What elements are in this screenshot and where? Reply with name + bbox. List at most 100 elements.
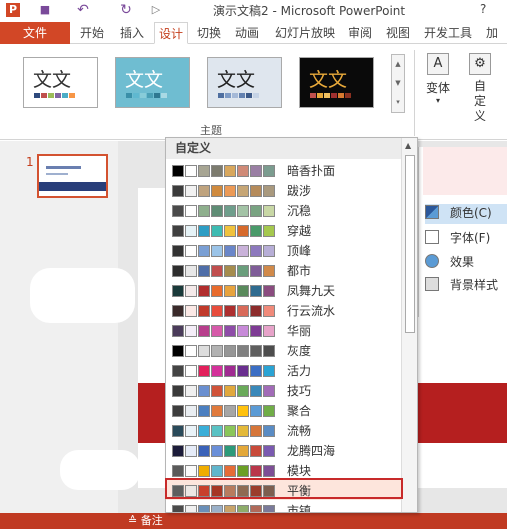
tab-home[interactable]: 开始 (76, 22, 108, 44)
scroll-up-icon[interactable]: ▲ (405, 141, 411, 150)
color-swatch (198, 305, 210, 317)
color-swatch (172, 505, 184, 512)
start-from-beginning-icon[interactable]: ▷ (149, 3, 163, 17)
color-scheme-item[interactable]: 技巧 (166, 380, 401, 400)
color-swatch (172, 445, 184, 457)
color-scheme-item[interactable]: 模块 (166, 460, 401, 480)
color-swatch (172, 405, 184, 417)
gallery-scroll-up-icon[interactable]: ▲ (392, 55, 404, 74)
color-swatch (211, 165, 223, 177)
tab-view[interactable]: 视图 (382, 22, 414, 44)
color-swatch (185, 345, 197, 357)
color-swatches (172, 205, 275, 217)
color-swatch (263, 385, 275, 397)
color-scheme-item[interactable]: 行云流水 (166, 300, 401, 320)
color-scheme-item[interactable]: 龙腾四海 (166, 440, 401, 460)
color-swatch (237, 425, 249, 437)
color-scheme-item[interactable]: 灰度 (166, 340, 401, 360)
color-swatch (211, 265, 223, 277)
color-scheme-item[interactable]: 活力 (166, 360, 401, 380)
color-swatch (237, 225, 249, 237)
color-swatches (172, 405, 275, 417)
color-swatch (263, 185, 275, 197)
help-button[interactable]: ? (480, 2, 486, 16)
redo-icon[interactable]: ↻ (119, 3, 133, 17)
color-swatch (263, 425, 275, 437)
tab-transitions[interactable]: 切换 (193, 22, 225, 44)
theme-thumbnail[interactable]: 文文 (207, 57, 282, 108)
theme-thumbnail[interactable]: 文文 (299, 57, 374, 108)
fonts-icon (425, 230, 439, 244)
tab-developer[interactable]: 开发工具 (420, 22, 476, 44)
color-scheme-name: 都市 (287, 264, 312, 278)
color-swatch (172, 245, 184, 257)
tab-addins[interactable]: 加 (482, 22, 502, 44)
color-swatches (172, 225, 275, 237)
tab-file[interactable]: 文件 (0, 22, 70, 44)
gallery-more-icon[interactable]: ▾ (392, 93, 404, 112)
color-swatch (263, 405, 275, 417)
undo-icon[interactable]: ↶ (76, 3, 90, 17)
tab-design[interactable]: 设计 (154, 22, 188, 44)
color-scheme-item[interactable]: 顶峰 (166, 240, 401, 260)
color-scheme-item[interactable]: 暗香扑面 (166, 160, 401, 180)
colors-menu-item[interactable]: 颜色(C) (425, 204, 507, 224)
color-swatch (237, 445, 249, 457)
color-scheme-item[interactable]: 沉稳 (166, 200, 401, 220)
color-scheme-name: 顶峰 (287, 244, 312, 258)
tab-insert[interactable]: 插入 (116, 22, 148, 44)
color-scheme-item[interactable]: 流畅 (166, 420, 401, 440)
effects-menu-item[interactable]: 效果 (425, 253, 507, 273)
fonts-menu-item[interactable]: 字体(F) (425, 229, 507, 249)
color-scheme-item[interactable]: 都市 (166, 260, 401, 280)
color-scheme-item[interactable]: 聚合 (166, 400, 401, 420)
color-scheme-item[interactable]: 华丽 (166, 320, 401, 340)
notes-button[interactable]: ≙ 备注 (128, 513, 163, 529)
tab-review[interactable]: 审阅 (344, 22, 376, 44)
variants-button[interactable]: A 变体 ▾ (420, 53, 456, 133)
customize-button[interactable]: ⚙ 自定义 (462, 53, 498, 133)
ribbon-design-panel: 文文 文文 文文 文文 ▲ ▼ ▾ 主题 A 变体 ▾ ⚙ 自定义 (0, 44, 507, 140)
color-swatch (224, 285, 236, 297)
background-styles-menu-item[interactable]: 背景样式 (425, 276, 507, 296)
color-swatch (237, 285, 249, 297)
color-swatch (224, 405, 236, 417)
themes-group-label: 主题 (200, 124, 222, 137)
color-scheme-item[interactable]: 穿越 (166, 220, 401, 240)
color-swatch (211, 405, 223, 417)
dropdown-scrollbar[interactable]: ▲ (401, 138, 417, 512)
color-scheme-item[interactable]: 跋涉 (166, 180, 401, 200)
color-swatch (237, 185, 249, 197)
color-swatch (224, 185, 236, 197)
color-swatch (237, 325, 249, 337)
gallery-scroll-down-icon[interactable]: ▼ (392, 74, 404, 93)
tab-animations[interactable]: 动画 (231, 22, 263, 44)
color-swatches (172, 285, 275, 297)
color-swatch (172, 265, 184, 277)
slide-thumbnail[interactable] (37, 154, 108, 198)
theme-thumbnail[interactable]: 文文 (23, 57, 98, 108)
theme-color-strip (34, 93, 75, 98)
color-swatch (237, 345, 249, 357)
theme-thumbnail[interactable]: 文文 (115, 57, 190, 108)
color-scheme-item[interactable]: 市镇 (166, 500, 401, 512)
color-scheme-name: 沉稳 (287, 204, 312, 218)
color-swatch (185, 365, 197, 377)
color-scheme-dropdown: 自定义 ▲ 暗香扑面 跋涉 沉稳 穿越 顶峰 都市 凤舞九天 行云流水 华丽 灰度 活力 技巧 聚合 流畅… (165, 137, 418, 513)
save-icon[interactable]: ■ (38, 3, 52, 17)
color-swatch (185, 465, 197, 477)
color-swatch (211, 245, 223, 257)
color-swatches (172, 345, 275, 357)
color-swatch (198, 245, 210, 257)
color-swatch (198, 445, 210, 457)
color-scheme-name: 暗香扑面 (287, 164, 336, 178)
scroll-thumb[interactable] (405, 155, 415, 333)
tab-slideshow[interactable]: 幻灯片放映 (271, 22, 339, 44)
color-scheme-item[interactable]: 凤舞九天 (166, 280, 401, 300)
theme-sample-text: 文文 (217, 69, 256, 91)
color-swatch (237, 465, 249, 477)
background-styles-icon (425, 277, 439, 291)
color-swatch (211, 425, 223, 437)
theme-gallery-scrollbar[interactable]: ▲ ▼ ▾ (391, 54, 405, 113)
color-swatch (211, 385, 223, 397)
